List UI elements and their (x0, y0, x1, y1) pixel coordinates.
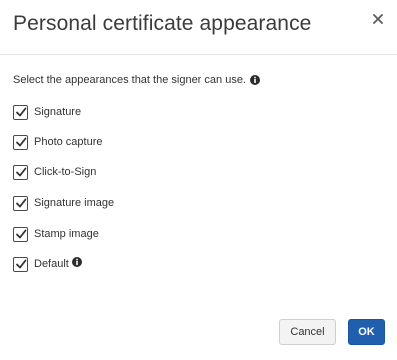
option-label: Photo capture (34, 136, 103, 148)
info-icon[interactable] (71, 257, 82, 267)
signature-image-checkbox[interactable] (13, 195, 28, 211)
photo-capture-checkbox[interactable] (13, 134, 28, 150)
option-stamp-image[interactable]: Stamp image (13, 225, 99, 243)
ok-button[interactable]: OK (348, 319, 385, 345)
option-label: Click-to-Sign (34, 166, 97, 178)
cancel-button[interactable]: Cancel (279, 319, 336, 345)
dialog-header: Personal certificate appearance (0, 0, 397, 55)
option-label: Signature image (34, 197, 115, 209)
default-checkbox[interactable] (13, 256, 28, 272)
signature-checkbox[interactable] (13, 104, 28, 120)
option-signature-image[interactable]: Signature image (13, 194, 114, 212)
instruction-text: Select the appearances that the signer c… (13, 74, 246, 86)
close-icon[interactable] (371, 12, 385, 26)
instruction: Select the appearances that the signer c… (13, 74, 260, 86)
click-to-sign-checkbox[interactable] (13, 164, 28, 180)
info-icon[interactable] (250, 75, 260, 85)
option-click-to-sign[interactable]: Click-to-Sign (13, 163, 96, 181)
certificate-appearance-dialog: Personal certificate appearance Select t… (0, 0, 397, 360)
stamp-image-checkbox[interactable] (13, 226, 28, 242)
option-label: Stamp image (34, 228, 99, 240)
option-label: Signature (34, 106, 82, 118)
option-photo-capture[interactable]: Photo capture (13, 133, 103, 151)
dialog-title: Personal certificate appearance (13, 12, 312, 35)
option-default[interactable]: Default (13, 255, 82, 273)
option-label: Default (34, 258, 69, 270)
option-signature[interactable]: Signature (13, 103, 81, 121)
